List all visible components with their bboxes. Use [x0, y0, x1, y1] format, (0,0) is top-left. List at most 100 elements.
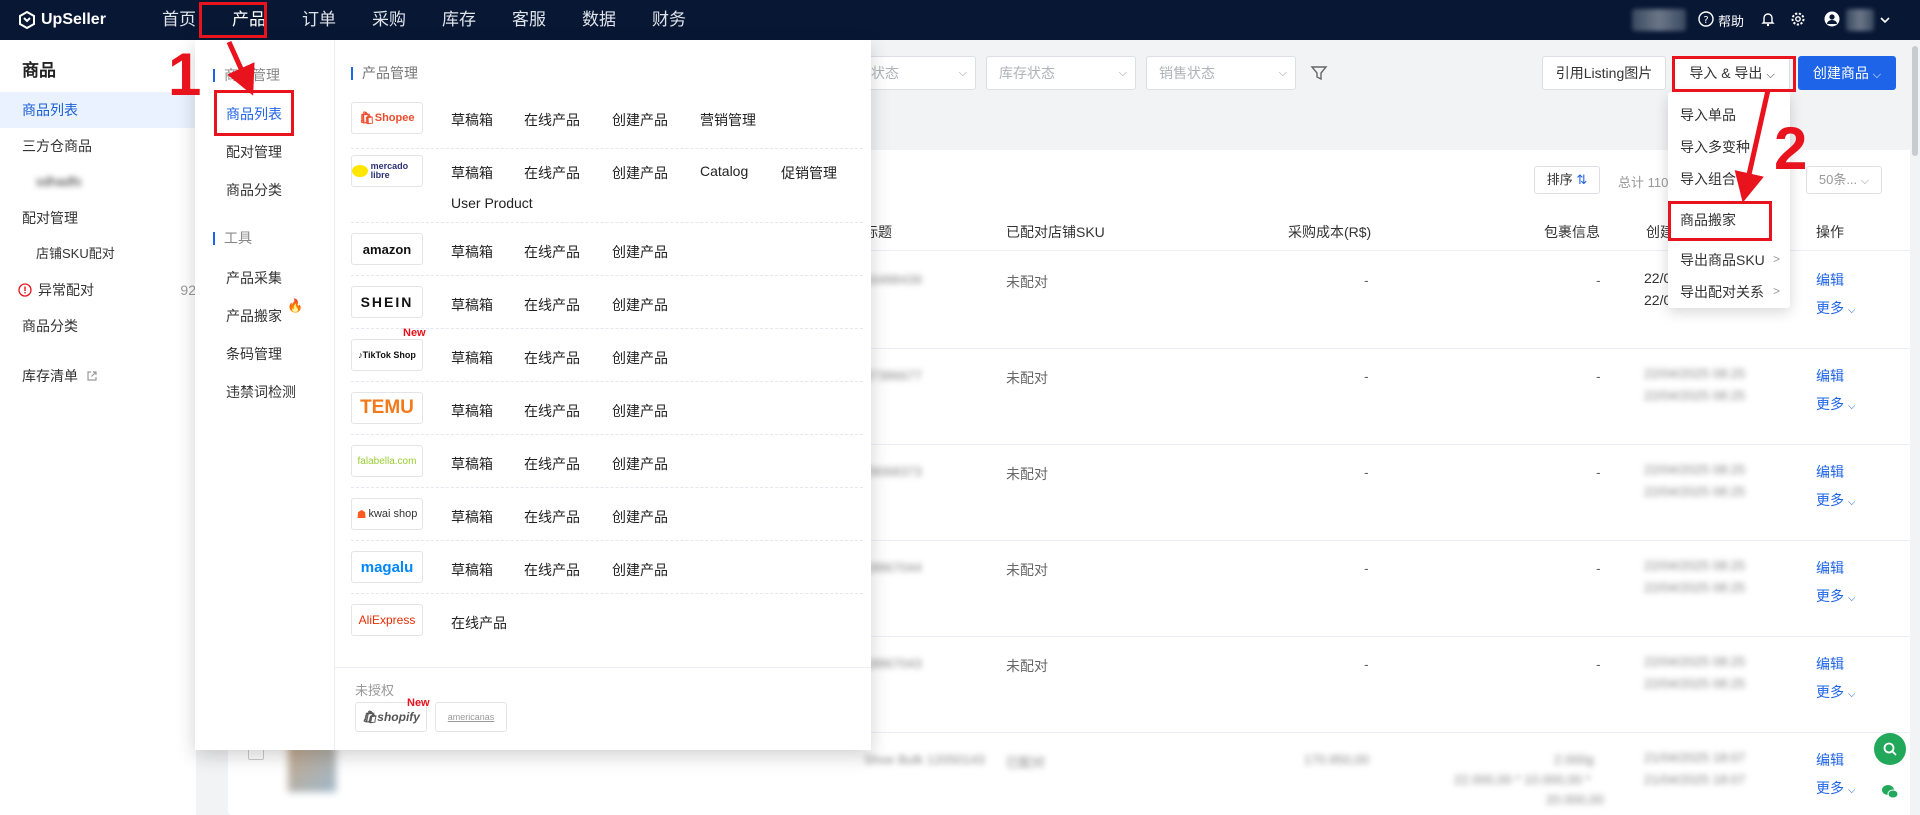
row-created: 22/04/2025 08:25 [1644, 654, 1746, 669]
mega-item-barcode[interactable]: 条码管理 [226, 344, 282, 364]
row-title: 29068373 [864, 464, 922, 479]
help-link[interactable]: 帮助 [1718, 11, 1744, 30]
shein-logo: SHEIN [351, 286, 423, 318]
shopee-create[interactable]: 创建产品 [612, 110, 668, 130]
export-pairing[interactable]: 导出配对关系 [1680, 282, 1764, 302]
mega-item-collect[interactable]: 产品采集 [226, 268, 282, 288]
falabella-drafts[interactable]: 草稿箱 [451, 454, 493, 474]
more-link[interactable]: 更多 ⌵ [1816, 682, 1855, 702]
import-single[interactable]: 导入单品 [1680, 105, 1736, 125]
sidebar-item-inventory-list[interactable]: 库存清单 [0, 358, 196, 394]
filter-icon[interactable] [1310, 64, 1328, 86]
ml-create[interactable]: 创建产品 [612, 163, 668, 183]
more-link[interactable]: 更多 ⌵ [1816, 490, 1855, 510]
shein-online[interactable]: 在线产品 [524, 295, 580, 315]
search-fab[interactable] [1874, 733, 1906, 765]
listing-image-button[interactable]: 引用Listing图片 [1542, 56, 1666, 90]
ml-promotion[interactable]: 促销管理 [781, 163, 837, 183]
nav-finance[interactable]: 财务 [634, 0, 704, 40]
americanas-logo[interactable]: americanas [435, 702, 507, 732]
chat-fab[interactable] [1874, 776, 1906, 808]
edit-link[interactable]: 编辑 [1816, 750, 1844, 770]
create-product-button[interactable]: 创建商品 ⌵ [1798, 56, 1896, 90]
page-size-select[interactable]: 50条... ⌵ [1806, 166, 1882, 194]
shopee-online[interactable]: 在线产品 [524, 110, 580, 130]
import-export-button[interactable]: 导入 & 导出 ⌵ [1674, 56, 1790, 90]
amazon-drafts[interactable]: 草稿箱 [451, 242, 493, 262]
shopee-drafts[interactable]: 草稿箱 [451, 110, 493, 130]
magalu-create[interactable]: 创建产品 [612, 560, 668, 580]
temu-create[interactable]: 创建产品 [612, 401, 668, 421]
ml-user-product[interactable]: User Product [451, 195, 533, 211]
nav-home[interactable]: 首页 [144, 0, 214, 40]
edit-link[interactable]: 编辑 [1816, 270, 1844, 290]
import-bundle[interactable]: 导入组合 [1680, 169, 1736, 189]
amazon-online[interactable]: 在线产品 [524, 242, 580, 262]
sort-button[interactable]: 排序 ⇅ [1534, 166, 1600, 194]
product-migration[interactable]: 商品搬家 [1680, 210, 1736, 230]
aliexpress-online[interactable]: 在线产品 [451, 613, 507, 633]
sidebar-item-abnormal-pairing[interactable]: 异常配对 92 [0, 272, 196, 308]
more-link[interactable]: 更多 ⌵ [1816, 586, 1855, 606]
ml-catalog[interactable]: Catalog [700, 163, 748, 179]
magalu-online[interactable]: 在线产品 [524, 560, 580, 580]
kwai-drafts[interactable]: 草稿箱 [451, 507, 493, 527]
falabella-online[interactable]: 在线产品 [524, 454, 580, 474]
upseller-logo[interactable]: UpSeller [18, 11, 144, 29]
amazon-create[interactable]: 创建产品 [612, 242, 668, 262]
edit-link[interactable]: 编辑 [1816, 654, 1844, 674]
magalu-drafts[interactable]: 草稿箱 [451, 560, 493, 580]
mega-item-pairing[interactable]: 配对管理 [226, 142, 282, 162]
nav-product[interactable]: 产品 [214, 0, 284, 40]
nav-orders[interactable]: 订单 [284, 0, 354, 40]
edit-link[interactable]: 编辑 [1816, 462, 1844, 482]
temu-online[interactable]: 在线产品 [524, 401, 580, 421]
sidebar-item-pairing[interactable]: 配对管理 [0, 200, 196, 236]
import-variants[interactable]: 导入多变种 [1680, 137, 1750, 157]
row-title: Shoe Bulk 12050143 [864, 752, 985, 767]
mega-item-product-list[interactable]: 商品列表 [226, 104, 282, 124]
sidebar-item-blurred[interactable]: sdhadfs [0, 164, 196, 200]
edit-link[interactable]: 编辑 [1816, 558, 1844, 578]
stock-status-filter[interactable]: 库存状态 ⌵ [986, 56, 1136, 90]
nav-inventory[interactable]: 库存 [424, 0, 494, 40]
falabella-create[interactable]: 创建产品 [612, 454, 668, 474]
ml-drafts[interactable]: 草稿箱 [451, 163, 493, 183]
row-cost: - [1364, 560, 1369, 576]
scrollbar-thumb[interactable] [1912, 46, 1918, 156]
help-icon[interactable]: ? [1698, 10, 1714, 30]
export-sku[interactable]: 导出商品SKU [1680, 250, 1765, 270]
more-link[interactable]: 更多 ⌵ [1816, 778, 1855, 798]
sidebar-item-product-list[interactable]: 商品列表 [0, 92, 196, 128]
sales-status-filter[interactable]: 销售状态 ⌵ [1146, 56, 1296, 90]
tiktok-online[interactable]: 在线产品 [524, 348, 580, 368]
chevron-down-icon[interactable] [1880, 13, 1890, 28]
sidebar-item-3pl-products[interactable]: 三方仓商品 [0, 128, 196, 164]
mega-item-forbidden-words[interactable]: 违禁词检测 [226, 382, 296, 402]
tiktok-drafts[interactable]: 草稿箱 [451, 348, 493, 368]
sidebar-item-store-sku-pairing[interactable]: 店铺SKU配对 [0, 236, 196, 272]
sidebar-item-category[interactable]: 商品分类 [0, 308, 196, 344]
shopee-marketing[interactable]: 营销管理 [700, 110, 756, 130]
tiktok-create[interactable]: 创建产品 [612, 348, 668, 368]
nav-data[interactable]: 数据 [564, 0, 634, 40]
page-scrollbar[interactable] [1910, 40, 1920, 815]
bell-icon[interactable] [1760, 11, 1776, 30]
shein-create[interactable]: 创建产品 [612, 295, 668, 315]
more-link[interactable]: 更多 ⌵ [1816, 394, 1855, 414]
edit-link[interactable]: 编辑 [1816, 366, 1844, 386]
more-link[interactable]: 更多 ⌵ [1816, 298, 1855, 318]
platform-row-amazon: amazon 草稿箱 在线产品 创建产品 [351, 225, 863, 276]
kwai-create[interactable]: 创建产品 [612, 507, 668, 527]
nav-service[interactable]: 客服 [494, 0, 564, 40]
shein-drafts[interactable]: 草稿箱 [451, 295, 493, 315]
temu-drafts[interactable]: 草稿箱 [451, 401, 493, 421]
user-avatar-icon[interactable] [1824, 11, 1840, 30]
kwai-online[interactable]: 在线产品 [524, 507, 580, 527]
mega-item-category[interactable]: 商品分类 [226, 180, 282, 200]
gear-icon[interactable] [1790, 11, 1806, 30]
ml-online[interactable]: 在线产品 [524, 163, 580, 183]
nav-purchase[interactable]: 采购 [354, 0, 424, 40]
mega-item-migrate[interactable]: 产品搬家 🔥 [226, 298, 303, 326]
status-filter[interactable]: 状态 ⌵ [858, 56, 976, 90]
